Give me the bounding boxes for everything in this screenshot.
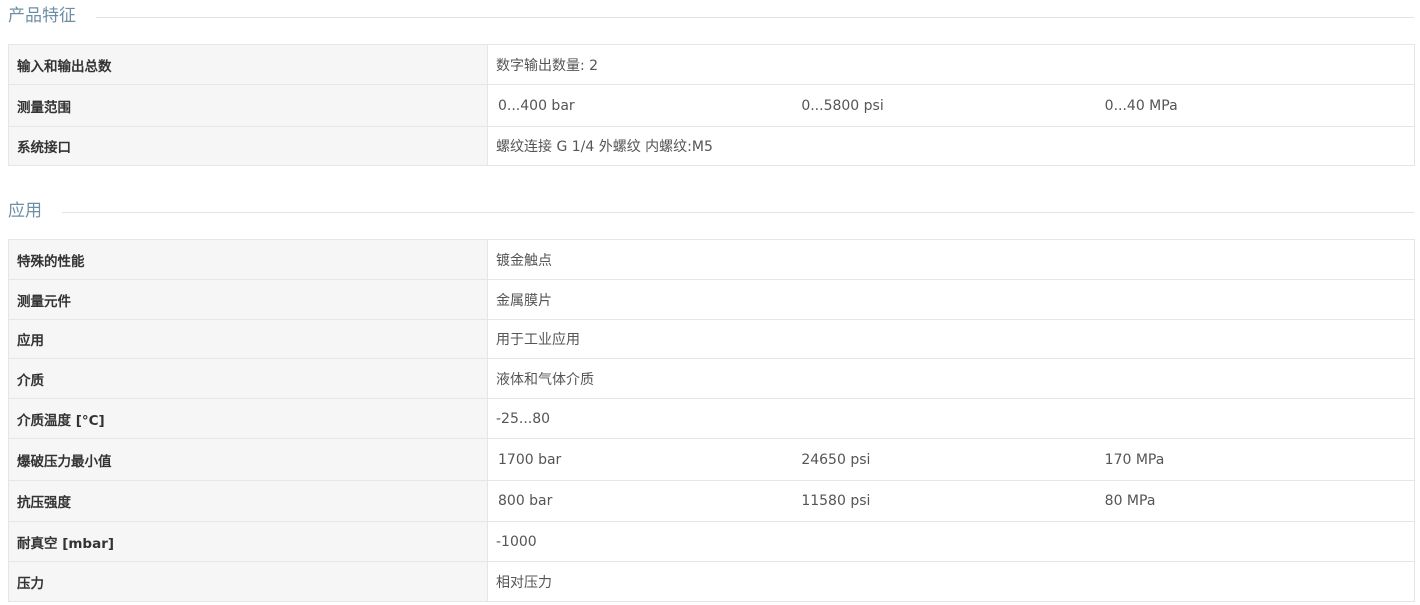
row-value: 液体和气体介质 (487, 358, 1415, 399)
section-application: 应用 (0, 197, 1420, 227)
table-row: 爆破压力最小值 1700 bar 24650 psi 170 MPa (8, 438, 1415, 481)
table-row: 系统接口 螺纹连接 G 1/4 外螺纹 内螺纹:M5 (8, 126, 1415, 166)
row-value: 镀金触点 (487, 239, 1415, 280)
table-row: 压力 相对压力 (8, 561, 1415, 602)
value-bar: 0...400 bar (498, 97, 575, 114)
row-label: 系统接口 (8, 126, 488, 166)
section-header: 应用 (8, 197, 1414, 227)
row-value: 数字输出数量: 2 (487, 44, 1415, 85)
row-value: 螺纹连接 G 1/4 外螺纹 内螺纹:M5 (487, 126, 1415, 166)
product-features-table: 输入和输出总数 数字输出数量: 2 测量范围 0...400 bar 0...5… (8, 44, 1415, 166)
table-row: 介质温度 [°C] -25...80 (8, 398, 1415, 439)
value-psi: 11580 psi (801, 493, 871, 509)
row-value-multi: 0...400 bar 0...5800 psi 0...40 MPa (487, 84, 1415, 127)
application-table: 特殊的性能 镀金触点 测量元件 金属膜片 应用 用于工业应用 介质 液体和气体介… (8, 239, 1415, 602)
table-row: 输入和输出总数 数字输出数量: 2 (8, 44, 1415, 85)
row-value-multi: 800 bar 11580 psi 80 MPa (487, 480, 1415, 522)
value-psi: 24650 psi (801, 451, 871, 468)
section-divider (8, 212, 1414, 213)
table-row: 抗压强度 800 bar 11580 psi 80 MPa (8, 480, 1415, 522)
row-label: 测量范围 (8, 84, 488, 127)
section-product-features: 产品特征 (0, 2, 1420, 32)
row-value: 金属膜片 (487, 279, 1415, 320)
table-row: 特殊的性能 镀金触点 (8, 239, 1415, 280)
value-mpa: 170 MPa (1104, 451, 1165, 468)
row-value: 相对压力 (487, 561, 1415, 602)
section-divider (8, 17, 1414, 18)
value-psi: 0...5800 psi (801, 97, 884, 114)
value-bar: 800 bar (498, 493, 553, 509)
row-label: 介质温度 [°C] (8, 398, 488, 439)
row-label: 爆破压力最小值 (8, 438, 488, 481)
row-label: 应用 (8, 319, 488, 359)
row-value-multi: 1700 bar 24650 psi 170 MPa (487, 438, 1415, 481)
row-label: 耐真空 [mbar] (8, 521, 488, 562)
row-value: -1000 (487, 521, 1415, 562)
row-value: 用于工业应用 (487, 319, 1415, 359)
table-row: 介质 液体和气体介质 (8, 358, 1415, 399)
table-row: 耐真空 [mbar] -1000 (8, 521, 1415, 562)
table-row: 测量范围 0...400 bar 0...5800 psi 0...40 MPa (8, 84, 1415, 127)
row-label: 特殊的性能 (8, 239, 488, 280)
section-title: 应用 (8, 199, 62, 223)
value-mpa: 0...40 MPa (1104, 97, 1178, 114)
row-label: 抗压强度 (8, 480, 488, 522)
value-bar: 1700 bar (498, 451, 562, 468)
value-mpa: 80 MPa (1104, 493, 1156, 509)
row-label: 测量元件 (8, 279, 488, 320)
table-row: 测量元件 金属膜片 (8, 279, 1415, 320)
row-label: 介质 (8, 358, 488, 399)
row-value: -25...80 (487, 398, 1415, 439)
row-label: 压力 (8, 561, 488, 602)
section-title: 产品特征 (8, 4, 96, 28)
section-header: 产品特征 (8, 2, 1414, 32)
table-row: 应用 用于工业应用 (8, 319, 1415, 359)
row-label: 输入和输出总数 (8, 44, 488, 85)
